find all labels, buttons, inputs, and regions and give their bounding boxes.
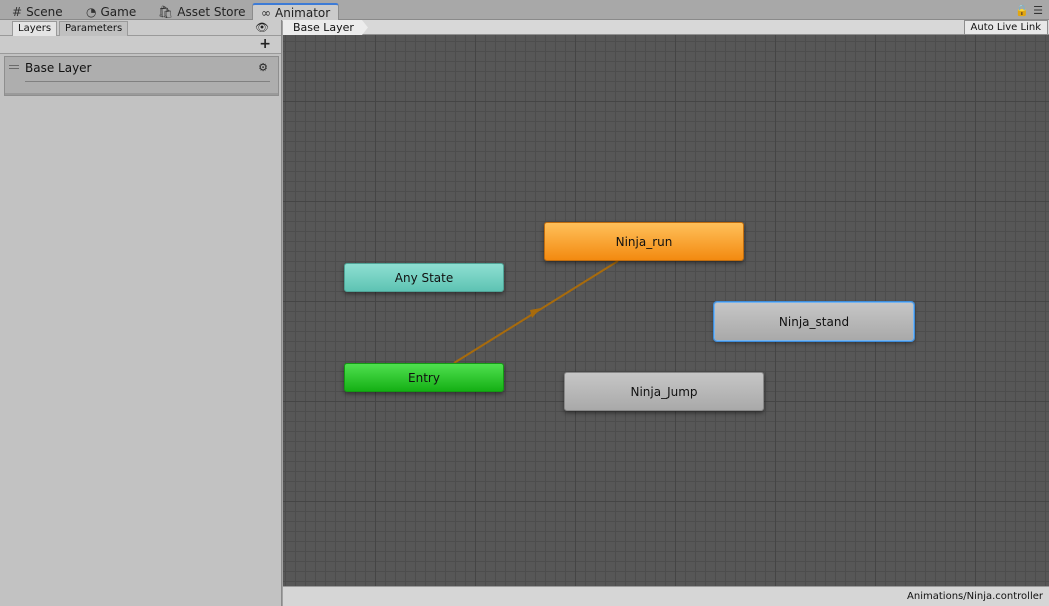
tab-animator[interactable]: ∞ Animator	[252, 3, 340, 21]
hash-icon: #	[12, 4, 23, 19]
layers-panel: Layers Parameters 👁 + Base Layer ⚙	[0, 20, 282, 606]
state-label: Ninja_Jump	[630, 384, 698, 399]
state-label: Ninja_run	[615, 234, 673, 249]
tab-animator-label: Animator	[275, 6, 331, 20]
state-ninja-jump[interactable]: Ninja_Jump	[564, 372, 764, 411]
pacman-icon: ◔	[86, 4, 97, 19]
drag-handle-icon[interactable]	[9, 65, 19, 69]
breadcrumb[interactable]: Base Layer	[283, 20, 368, 35]
store-bag-icon: 🛍	[158, 4, 174, 19]
tab-parameters[interactable]: Parameters	[59, 21, 129, 36]
animator-graph[interactable]: Base Layer Auto Live Link Any State Entr…	[283, 20, 1049, 586]
state-entry[interactable]: Entry	[344, 363, 504, 392]
animator-icon: ∞	[261, 6, 271, 20]
layer-item-base[interactable]: Base Layer ⚙	[4, 56, 279, 96]
state-any-state[interactable]: Any State	[344, 263, 504, 292]
tab-asset-store-label: Asset Store	[177, 4, 246, 19]
lock-icon[interactable]: 🔒	[1015, 4, 1029, 17]
transition-arrow-icon	[530, 308, 541, 318]
transitions-layer	[453, 260, 619, 364]
window-controls: 🔒 ☰	[1015, 4, 1043, 17]
tab-asset-store[interactable]: 🛍 Asset Store	[150, 3, 254, 20]
state-ninja-run[interactable]: Ninja_run	[544, 222, 744, 261]
state-label: Entry	[408, 370, 440, 385]
window-tab-strip: # Scene ◔ Game 🛍 Asset Store ∞ Animator …	[0, 0, 1049, 21]
layers-toolbar: +	[0, 36, 281, 54]
menu-icon[interactable]: ☰	[1033, 4, 1043, 17]
panel-tabs: Layers Parameters 👁	[0, 20, 281, 36]
gear-icon[interactable]: ⚙	[258, 61, 268, 74]
tab-game-label: Game	[100, 4, 137, 19]
auto-live-link-button[interactable]: Auto Live Link	[963, 20, 1048, 35]
state-ninja-stand[interactable]: Ninja_stand	[714, 302, 914, 341]
layer-weight-slider[interactable]	[25, 81, 270, 82]
state-label: Any State	[394, 270, 454, 285]
tab-scene-label: Scene	[26, 4, 63, 19]
eye-icon[interactable]: 👁	[255, 21, 269, 34]
tab-layers[interactable]: Layers	[12, 21, 58, 36]
status-bar: Animations/Ninja.controller	[283, 586, 1049, 606]
graph-toolbar: Base Layer Auto Live Link	[283, 20, 1049, 35]
tab-scene[interactable]: # Scene	[4, 3, 71, 20]
state-label: Ninja_stand	[778, 314, 850, 329]
add-layer-button[interactable]: +	[259, 36, 271, 53]
layer-name: Base Layer	[25, 61, 92, 75]
tab-game[interactable]: ◔ Game	[78, 3, 144, 20]
controller-path: Animations/Ninja.controller	[907, 591, 1043, 602]
